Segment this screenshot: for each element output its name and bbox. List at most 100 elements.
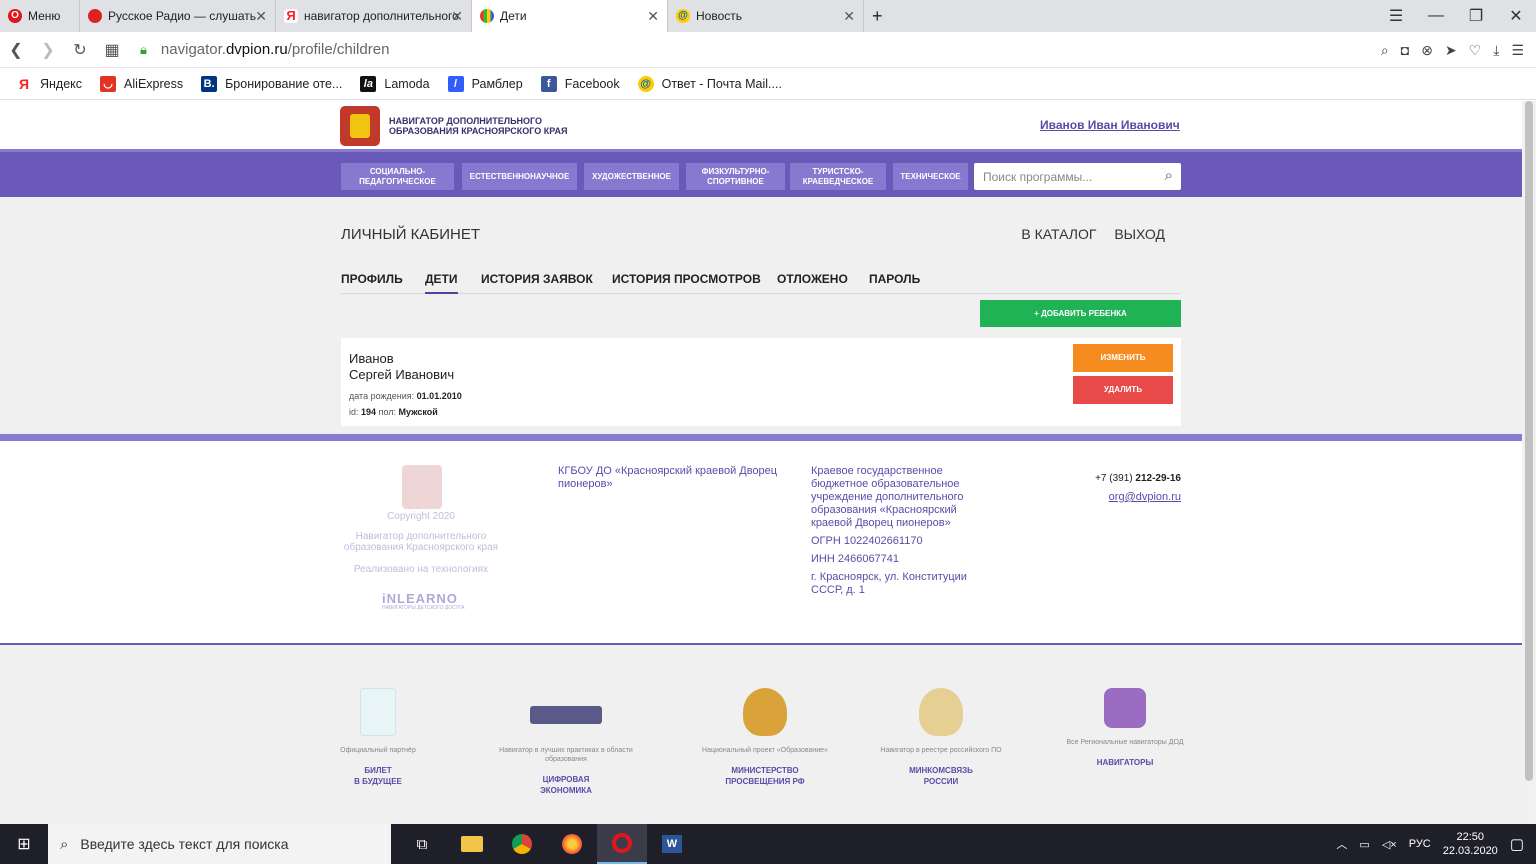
reload-icon[interactable]: ↻: [64, 40, 96, 60]
category-art[interactable]: ХУДОЖЕСТВЕННОЕ: [584, 163, 679, 190]
lock-icon: 🔒︎: [140, 41, 147, 57]
task-view-icon[interactable]: ⧉: [397, 824, 447, 864]
tab-password[interactable]: ПАРОЛЬ: [869, 272, 920, 286]
delete-child-button[interactable]: УДАЛИТЬ: [1073, 376, 1173, 404]
file-explorer-icon[interactable]: [447, 824, 497, 864]
minimize-icon[interactable]: —: [1416, 7, 1456, 25]
tab-title: Новость: [696, 9, 743, 23]
bookmark-lamoda[interactable]: la Lamoda: [360, 75, 430, 92]
radio-icon: [88, 9, 102, 23]
heart-icon[interactable]: ♡: [1469, 42, 1482, 59]
logout-link[interactable]: ВЫХОД: [1114, 226, 1165, 242]
address-bar: ❮ ❯ ↻ ▦ 🔒︎ navigator.dvpion.ru/profile/c…: [0, 32, 1536, 68]
word-icon[interactable]: W: [647, 824, 697, 864]
page-scrollbar[interactable]: [1522, 101, 1536, 824]
category-label: КРАЕВЕДЧЕСКОЕ: [802, 176, 874, 186]
bookmark-mail[interactable]: @ Ответ - Почта Mail....: [637, 75, 782, 92]
category-social-pedagogical[interactable]: СОЦИАЛЬНО- ПЕДАГОГИЧЕСКОЕ: [341, 163, 454, 190]
maximize-icon[interactable]: ❐: [1456, 6, 1496, 26]
mail-icon: @: [676, 9, 690, 23]
catalog-link[interactable]: В КАТАЛОГ: [1021, 226, 1096, 242]
tab-russkoe-radio[interactable]: Русское Радио — слушать ✕: [80, 0, 276, 32]
battery-icon[interactable]: ▭: [1359, 838, 1369, 851]
windows-start-icon[interactable]: ⊞: [0, 834, 48, 854]
tab-navigator[interactable]: Я навигатор дополнительного ✕: [276, 0, 472, 32]
org-details: Краевое государственное бюджетное образо…: [811, 465, 991, 602]
bookmark-facebook[interactable]: f Facebook: [540, 75, 620, 92]
category-sport[interactable]: ФИЗКУЛЬТУРНО- СПОРТИВНОЕ: [686, 163, 785, 190]
tab-application-history[interactable]: ИСТОРИЯ ЗАЯВОК: [481, 272, 593, 286]
close-icon[interactable]: ✕: [451, 8, 463, 25]
tab-deti[interactable]: Дети ✕: [472, 0, 668, 32]
inlearno-logo[interactable]: iNLEARNO: [382, 591, 458, 606]
partner-title: ПРОСВЕЩЕНИЯ РФ: [725, 777, 805, 786]
tabs-grid-icon[interactable]: ▦: [96, 40, 128, 60]
download-icon[interactable]: ⤓: [1493, 42, 1499, 59]
bookmark-rambler[interactable]: / Рамблер: [447, 75, 523, 92]
user-profile-link[interactable]: Иванов Иван Иванович: [1040, 118, 1180, 132]
search-icon[interactable]: ⌕: [1381, 42, 1389, 59]
search-icon[interactable]: ⌕: [1165, 167, 1173, 184]
forward-icon[interactable]: ❯: [32, 40, 64, 60]
partner-title: ЭКОНОМИКА: [540, 786, 592, 795]
bookmark-yandex[interactable]: Я Яндекс: [16, 75, 82, 92]
tab-title: Русское Радио — слушать: [108, 9, 257, 23]
clock[interactable]: 22:50 22.03.2020: [1443, 830, 1498, 858]
close-icon[interactable]: ✕: [647, 8, 659, 25]
phone-number[interactable]: 212-29-16: [1135, 473, 1181, 484]
bookmark-label: Ответ - Почта Mail....: [661, 76, 782, 91]
block-icon[interactable]: ⊗: [1421, 42, 1433, 59]
url-field[interactable]: navigator.dvpion.ru/profile/children: [161, 41, 389, 58]
taskbar: ⊞ ⌕ Введите здесь текст для поиска ⧉ W ︿…: [0, 824, 1536, 864]
partner-economy[interactable]: Навигатор в лучших практиках в области о…: [486, 688, 646, 796]
chevron-up-icon[interactable]: ︿: [1336, 836, 1347, 852]
bookmark-aliexpress[interactable]: ◡ AliExpress: [100, 75, 183, 92]
chrome-icon[interactable]: [497, 824, 547, 864]
partner-caption: Все Региональные навигаторы ДОД: [1066, 739, 1184, 746]
camera-icon[interactable]: ◘: [1401, 42, 1409, 58]
partner-minpros[interactable]: Национальный проект «Образование» МИНИСТ…: [685, 688, 845, 787]
partner-title: ЦИФРОВАЯ: [542, 775, 590, 784]
category-nav: СОЦИАЛЬНО- ПЕДАГОГИЧЕСКОЕ ЕСТЕСТВЕННОНАУЧ…: [0, 149, 1522, 197]
opera-icon: O: [8, 9, 22, 23]
birth-label: дата рождения:: [349, 391, 415, 401]
volume-icon[interactable]: ◁×: [1382, 838, 1397, 851]
tab-profile[interactable]: ПРОФИЛЬ: [341, 272, 403, 286]
notifications-icon[interactable]: ▢: [1510, 835, 1524, 853]
bookmark-booking[interactable]: B. Бронирование оте...: [201, 75, 342, 92]
tab-children[interactable]: ДЕТИ: [425, 272, 458, 294]
send-icon[interactable]: ➤: [1445, 42, 1457, 59]
add-child-button[interactable]: + ДОБАВИТЬ РЕБЕНКА: [980, 300, 1181, 327]
partner-title: В БУДУЩЕЕ: [354, 777, 402, 786]
site-name[interactable]: НАВИГАТОР ДОПОЛНИТЕЛЬНОГО ОБРАЗОВАНИЯ КР…: [389, 116, 589, 136]
program-search-input[interactable]: Поиск программы... ⌕: [974, 163, 1181, 190]
category-tourism[interactable]: ТУРИСТСКО- КРАЕВЕДЧЕСКОЕ: [790, 163, 886, 190]
close-window-icon[interactable]: ✕: [1496, 6, 1536, 26]
footer: Copyright 2020 Навигатор дополнительного…: [0, 441, 1522, 641]
partner-bilet[interactable]: Официальный партнёр БИЛЕТ В БУДУЩЕЕ: [298, 688, 458, 787]
tab-menu-icon[interactable]: ☰: [1376, 6, 1416, 26]
email-link[interactable]: org@dvpion.ru: [1109, 491, 1181, 503]
opera-taskbar-icon[interactable]: [597, 824, 647, 864]
close-icon[interactable]: ✕: [843, 8, 855, 25]
navigator-name: Навигатор дополнительного образования Кр…: [343, 531, 499, 553]
tab-novost[interactable]: @ Новость ✕: [668, 0, 864, 32]
new-tab-button[interactable]: +: [864, 0, 894, 32]
firefox-icon[interactable]: [547, 824, 597, 864]
edit-child-button[interactable]: ИЗМЕНИТЬ: [1073, 344, 1173, 372]
opera-menu-button[interactable]: O Меню: [0, 0, 80, 32]
coat-of-arms-icon: [743, 688, 787, 736]
category-technical[interactable]: ТЕХНИЧЕСКОЕ: [893, 163, 968, 190]
tab-postponed[interactable]: ОТЛОЖЕНО: [777, 272, 848, 286]
language-indicator[interactable]: РУС: [1409, 838, 1431, 850]
taskbar-search-input[interactable]: ⌕ Введите здесь текст для поиска: [48, 824, 391, 864]
back-icon[interactable]: ❮: [0, 40, 32, 60]
partner-minkomsvyaz[interactable]: Навигатор в реестре российского ПО МИНКО…: [861, 688, 1021, 787]
close-icon[interactable]: ✕: [255, 8, 267, 25]
scrollbar-thumb[interactable]: [1525, 101, 1533, 781]
category-natural-science[interactable]: ЕСТЕСТВЕННОНАУЧНОЕ: [462, 163, 577, 190]
krasnoyarsk-emblem-logo[interactable]: [340, 106, 380, 146]
tab-view-history[interactable]: ИСТОРИЯ ПРОСМОТРОВ: [612, 272, 761, 286]
settings-icon[interactable]: ☰: [1511, 42, 1524, 59]
partner-navigators[interactable]: Все Региональные навигаторы ДОД НАВИГАТО…: [1045, 688, 1205, 768]
